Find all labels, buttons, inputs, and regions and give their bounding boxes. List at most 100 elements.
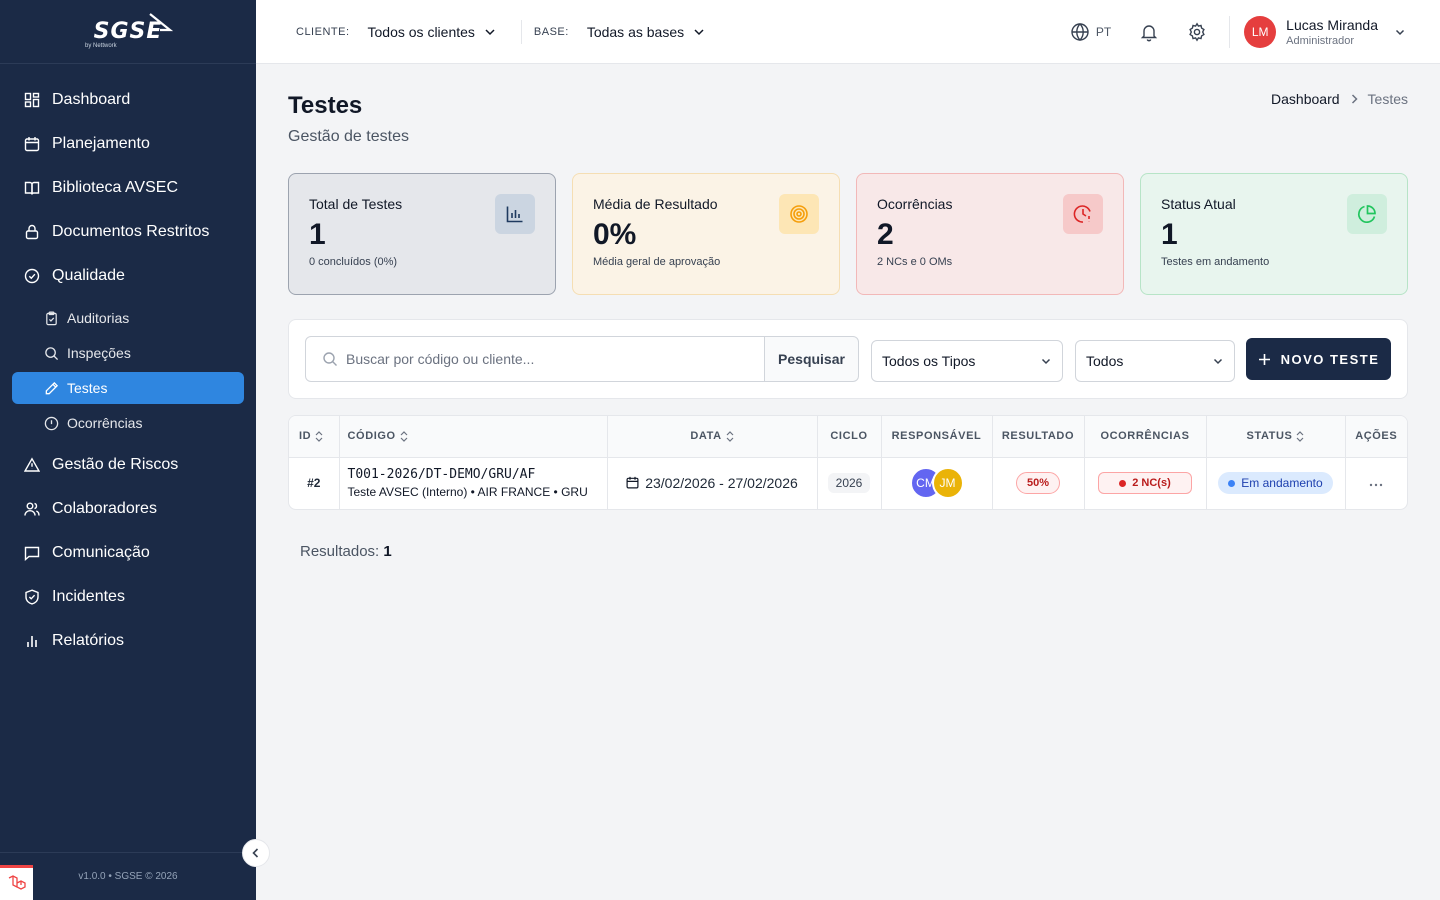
cycle-badge: 2026 [827,473,871,494]
search-icon [323,352,337,366]
client-filter-dropdown[interactable]: Todos os clientes [368,24,497,40]
new-test-label: NOVO TESTE [1280,351,1380,367]
bar-chart-icon [495,194,535,234]
col-label: ID [299,430,312,443]
sort-icon [400,430,408,442]
sort-icon [315,430,323,442]
sidebar-item-testes[interactable]: Testes [12,372,244,404]
calendar-icon [626,476,639,489]
new-test-button[interactable]: NOVO TESTE [1246,338,1391,380]
sort-icon [726,430,734,442]
stat-card-ocorrencias: Ocorrências 2 2 NCs e 0 OMs [856,173,1124,295]
results-label: Resultados: [300,543,380,560]
table-header-row: ID CÓDIGO DATA CICLO RESPONSÁVEL RESULTA… [289,416,1407,458]
sidebar-item-label: Auditorias [67,310,130,326]
col-resultado: RESULTADO [992,416,1085,458]
check-circle-icon [24,268,40,284]
row-responsavel-cell: CM JM [881,457,993,509]
search-input[interactable]: Buscar por código ou cliente... [305,336,765,382]
chevron-down-icon [1395,29,1405,36]
col-label: STATUS [1246,430,1293,443]
row-description: Teste AVSEC (Interno) • AIR FRANCE • GRU [347,485,588,500]
sidebar-item-comunicacao[interactable]: Comunicação [0,531,256,575]
sidebar-item-inspecoes[interactable]: Inspeções [12,337,244,369]
chevron-down-icon [1213,358,1223,365]
status-dot [1119,479,1127,487]
col-ocorrencias: OCORRÊNCIAS [1084,416,1207,458]
sidebar-item-relatorios[interactable]: Relatórios [0,619,256,663]
base-filter-dropdown[interactable]: Todas as bases [587,24,706,40]
alert-clock-icon [1063,194,1103,234]
row-id: #2 [289,457,340,509]
sidebar-item-label: Incidentes [52,588,125,605]
main-content: Testes Gestão de testes Dashboard Testes… [256,64,1440,900]
row-occ-cell: 2 NC(s) [1084,457,1207,509]
user-menu[interactable]: LM Lucas Miranda Administrador [1244,16,1406,48]
sidebar-item-ocorrencias[interactable]: Ocorrências [12,407,244,439]
avatar[interactable]: JM [931,467,964,500]
chevron-down-icon [694,28,704,35]
col-status[interactable]: STATUS [1206,416,1346,458]
row-date-cell: 23/02/2026 - 27/02/2026 [607,457,818,509]
dashboard-icon [24,92,40,108]
sidebar-item-auditorias[interactable]: Auditorias [12,302,244,334]
pie-chart-icon [1347,194,1387,234]
more-horizontal-icon[interactable] [1368,482,1384,488]
logo-subtitle: by Nettwork [85,43,117,49]
logo[interactable]: SGSE by Nettwork [0,0,256,64]
status-text: Em andamento [1241,476,1323,491]
sidebar-item-planejamento[interactable]: Planejamento [0,122,256,166]
breadcrumb-dashboard[interactable]: Dashboard [1271,91,1340,107]
col-id[interactable]: ID [289,416,340,458]
results-count: Resultados: 1 [300,543,392,560]
sidebar-item-label: Comunicação [52,544,150,561]
user-divider [1229,16,1231,48]
sidebar-item-colaboradores[interactable]: Colaboradores [0,487,256,531]
col-acoes: AÇÕES [1345,416,1407,458]
stats-cards: Total de Testes 1 0 concluídos (0%) Médi… [288,173,1408,295]
sidebar-collapse-button[interactable] [242,839,270,867]
col-codigo[interactable]: CÓDIGO [339,416,608,458]
sidebar-item-label: Dashboard [52,91,131,108]
calendar-icon [24,137,40,152]
notifications-button[interactable] [1139,22,1159,42]
plus-icon [1258,353,1270,365]
col-data[interactable]: DATA [607,416,818,458]
logo-arrow-icon [149,13,174,32]
sidebar-item-incidentes[interactable]: Incidentes [0,575,256,619]
table-row[interactable]: #2 T001-2026/DT-DEMO/GRU/AF Teste AVSEC … [289,457,1407,509]
warning-triangle-icon [24,457,40,472]
settings-button[interactable] [1187,22,1207,42]
language-switcher[interactable]: PT [1070,22,1111,42]
row-code-cell[interactable]: T001-2026/DT-DEMO/GRU/AF Teste AVSEC (In… [339,457,608,509]
laravel-logo-icon [8,875,26,890]
avatar: LM [1244,16,1277,48]
status-badge: Em andamento [1218,472,1333,495]
search-button[interactable]: Pesquisar [764,336,859,382]
sidebar-item-biblioteca[interactable]: Biblioteca AVSEC [0,166,256,210]
user-role: Administrador [1286,35,1355,47]
sidebar-item-label: Biblioteca AVSEC [52,179,178,196]
sidebar-item-dashboard[interactable]: Dashboard [0,78,256,122]
result-badge: 50% [1015,472,1061,495]
sort-icon [1297,430,1304,442]
sidebar-item-label: Relatórios [52,632,125,649]
users-icon [24,502,40,516]
status-filter-select[interactable]: Todos [1075,340,1235,382]
sidebar: SGSE by Nettwork Dashboard Planejamento … [0,0,256,900]
page-title: Testes [288,92,363,119]
type-filter-select[interactable]: Todos os Tipos [871,340,1063,382]
status-filter-value: Todos [1086,353,1124,369]
sidebar-item-label: Qualidade [52,267,125,284]
topbar-right: PT LM Lucas Miranda Administrador [1070,0,1440,64]
laravel-icon[interactable] [0,865,33,900]
topbar: CLIENTE: Todos os clientes BASE: Todas a… [256,0,1440,64]
sidebar-nav: Dashboard Planejamento Biblioteca AVSEC … [0,64,256,663]
chevron-down-icon [1041,358,1051,365]
gear-icon [1189,22,1205,42]
occurrences-badge[interactable]: 2 NC(s) [1098,472,1192,495]
sidebar-item-qualidade[interactable]: Qualidade [0,254,256,298]
sidebar-item-riscos[interactable]: Gestão de Riscos [0,443,256,487]
sidebar-item-documentos[interactable]: Documentos Restritos [0,210,256,254]
chevron-left-icon [252,848,259,858]
